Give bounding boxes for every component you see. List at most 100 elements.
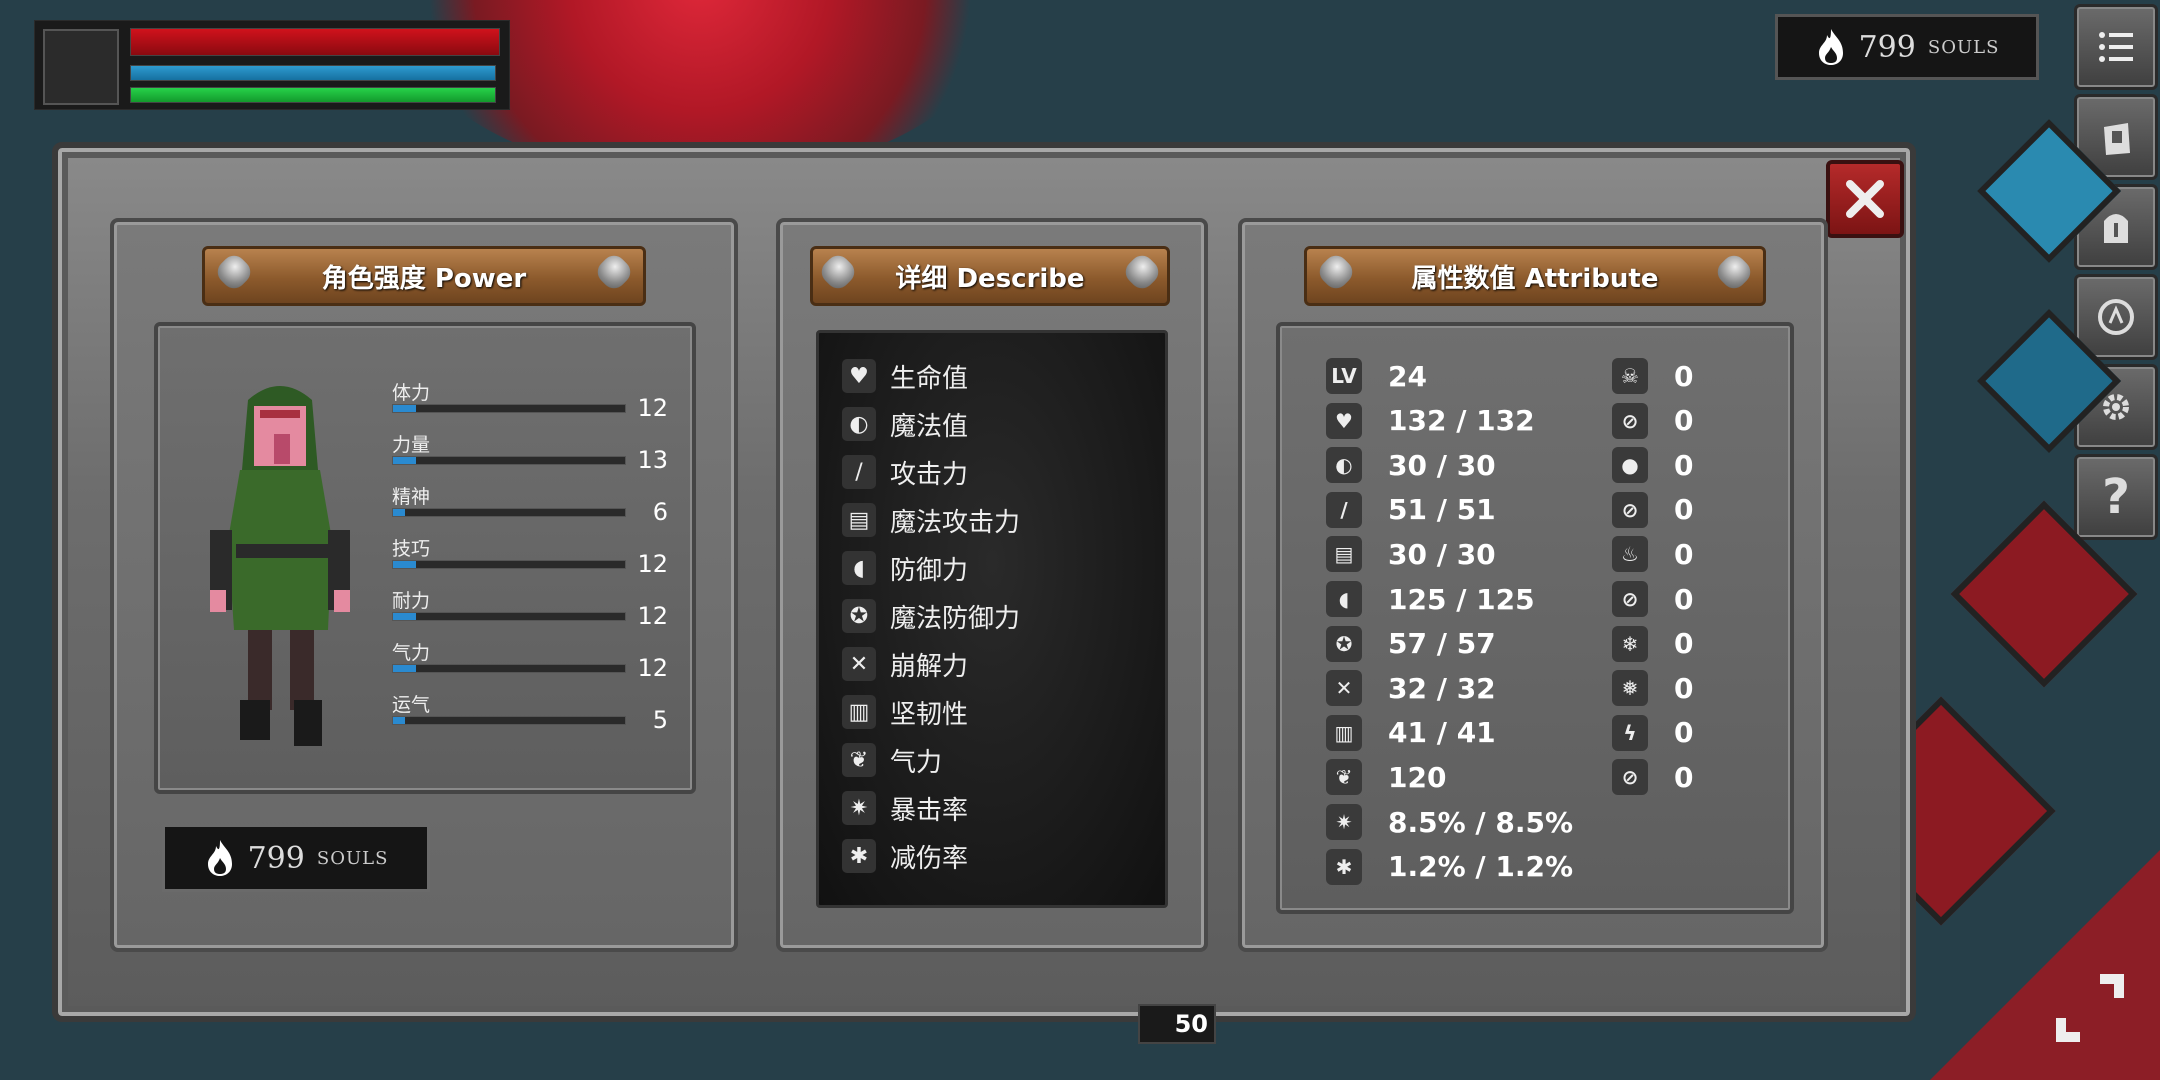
stat-value: 13 <box>637 446 668 474</box>
shield-icon: ◖ <box>842 551 876 585</box>
lightning-icon: ϟ <box>1612 714 1648 751</box>
stat-bar-fill <box>393 613 417 620</box>
resistance-row: ● 0 <box>1612 447 1693 484</box>
attribute-row: ◐ 30 / 30 <box>1326 447 1496 484</box>
attribute-value: 30 / 30 <box>1388 537 1496 571</box>
describe-item[interactable]: ✪ 魔法防御力 <box>842 596 1020 636</box>
helmet-icon: ▥ <box>1326 714 1362 751</box>
shield-icon: ◖ <box>1326 581 1362 617</box>
rune-icon <box>2098 299 2134 335</box>
resistance-value: 0 <box>1674 627 1694 661</box>
rivet <box>1712 250 1756 294</box>
attribute-row: ✷ 8.5% / 8.5% <box>1326 804 1573 840</box>
stat-value: 12 <box>637 654 668 682</box>
stat-value: 5 <box>652 706 668 734</box>
lungs-icon: ❦ <box>1326 759 1362 796</box>
lungs-icon: ❦ <box>842 743 876 777</box>
attribute-row: ◖ 125 / 125 <box>1326 581 1535 617</box>
resistance-row: ⊘ 0 <box>1612 402 1693 439</box>
resistance-value: 0 <box>1674 359 1694 393</box>
resistance-row: ⊘ 0 <box>1612 759 1694 796</box>
describe-item[interactable]: ♥ 生命值 <box>842 356 968 396</box>
no-poison-icon: ⊘ <box>1612 402 1648 439</box>
attribute-value: 125 / 125 <box>1388 582 1535 616</box>
describe-label: 暴击率 <box>890 795 969 826</box>
helmet-icon: ▥ <box>842 695 876 729</box>
describe-item[interactable]: ◐ 魔法值 <box>842 404 968 444</box>
describe-item[interactable]: ◖ 防御力 <box>842 548 968 588</box>
describe-item[interactable]: ✱ 减伤率 <box>842 836 968 876</box>
player-hud <box>34 20 510 110</box>
describe-item[interactable]: ▤ 魔法攻击力 <box>842 500 1020 540</box>
describe-title: 详细 Describe <box>895 263 1085 294</box>
stat-value: 6 <box>652 498 668 526</box>
stat-bar-fill <box>393 509 405 516</box>
attribute-value: 51 / 51 <box>1388 493 1496 527</box>
stat-bar-fill <box>393 405 417 412</box>
stat-label: 耐力 <box>392 590 431 612</box>
resistance-row: ϟ0 <box>1612 714 1694 751</box>
describe-item[interactable]: / 攻击力 <box>842 452 968 492</box>
character-model <box>210 386 350 746</box>
resistance-row: ⊘ 0 <box>1612 491 1694 528</box>
describe-item[interactable]: ▥ 坚韧性 <box>842 692 968 732</box>
rivet <box>592 250 636 294</box>
describe-label: 魔法攻击力 <box>890 507 1021 538</box>
attribute-value: 41 / 41 <box>1388 716 1496 750</box>
flame-icon <box>1818 29 1843 65</box>
spellbook-icon: ▤ <box>842 503 876 537</box>
drop-icon: ● <box>1612 447 1648 484</box>
resistance-value: 0 <box>1674 760 1694 794</box>
head-icon: ◐ <box>842 407 876 441</box>
attribute-value: 24 <box>1388 359 1427 393</box>
attribute-title: 属性数值 Attribute <box>1411 263 1659 294</box>
rivet <box>212 250 256 294</box>
break-icon: ✕ <box>842 647 876 681</box>
resistance-row: ♨ 0 <box>1612 536 1694 573</box>
souls-counter: 799 SOULS <box>162 824 430 892</box>
menu-list-button[interactable] <box>2074 4 2158 90</box>
resistance-value: 0 <box>1674 493 1694 527</box>
no-lightning-icon: ⊘ <box>1612 759 1648 796</box>
reduce-icon: ✱ <box>842 839 876 873</box>
stat-bar <box>392 612 626 621</box>
stat-bar-fill <box>393 457 417 464</box>
resistance-value: 0 <box>1674 716 1694 750</box>
player-portrait <box>43 29 119 105</box>
describe-item[interactable]: ❦ 气力 <box>842 740 942 780</box>
stamina-bar <box>130 87 496 103</box>
attribute-row: / 51 / 51 <box>1326 491 1496 528</box>
attribute-row: ❦ 120 <box>1326 759 1447 796</box>
describe-title-plank: 详细 Describe <box>810 246 1170 306</box>
no-snowflake-icon: ❅ <box>1612 670 1648 707</box>
stat-bar-fill <box>393 561 417 568</box>
close-button[interactable] <box>1826 160 1904 238</box>
stat-value: 12 <box>637 602 668 630</box>
attribute-row: ✱ 1.2% / 1.2% <box>1326 848 1573 885</box>
describe-label: 崩解力 <box>890 651 969 682</box>
stat-bar-fill <box>393 665 417 672</box>
attribute-title-plank: 属性数值 Attribute <box>1304 246 1766 306</box>
describe-label: 魔法防御力 <box>890 603 1021 634</box>
stat-value: 12 <box>637 394 668 422</box>
help-button[interactable]: ? <box>2074 454 2158 540</box>
attribute-row: ✪ 57 / 57 <box>1326 625 1496 662</box>
stat-bar-fill <box>393 717 405 724</box>
stat-label: 技巧 <box>392 538 431 560</box>
describe-label: 坚韧性 <box>890 699 969 730</box>
rivet <box>1120 250 1164 294</box>
magic-shield-icon: ✪ <box>842 599 876 633</box>
attribute-row: ✕ 32 / 32 <box>1326 670 1496 707</box>
attribute-value: 120 <box>1388 760 1447 794</box>
attribute-row: ▤ 30 / 30 <box>1326 536 1496 573</box>
resistance-value: 0 <box>1674 537 1694 571</box>
mana-bar <box>130 65 496 81</box>
describe-item[interactable]: ✕ 崩解力 <box>842 644 968 684</box>
stat-label: 力量 <box>392 434 431 456</box>
crit-icon: ✷ <box>842 791 876 825</box>
stat-label: 体力 <box>392 382 431 404</box>
describe-item[interactable]: ✷ 暴击率 <box>842 788 968 828</box>
attribute-row: ▥ 41 / 41 <box>1326 714 1496 751</box>
resize-icon[interactable] <box>2050 968 2130 1048</box>
describe-label: 生命值 <box>890 363 969 394</box>
